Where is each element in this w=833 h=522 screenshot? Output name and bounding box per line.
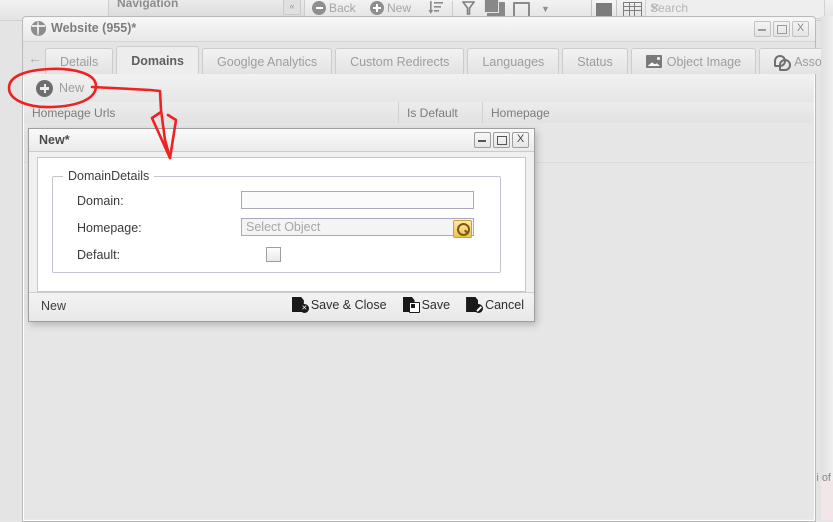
grid-toolbar: New xyxy=(24,74,814,103)
column-header-homepage[interactable]: Homepage xyxy=(482,102,814,123)
navigation-panel-title: Navigation xyxy=(117,0,179,10)
window-controls: X xyxy=(754,21,809,37)
minimize-icon[interactable] xyxy=(754,21,771,37)
cancel-button[interactable]: Cancel xyxy=(466,297,524,313)
close-icon-label: X xyxy=(516,133,525,145)
tab-object-image[interactable]: Object Image xyxy=(630,48,757,74)
dialog-status-label: New xyxy=(41,299,67,313)
cancel-icon xyxy=(466,297,484,313)
column-label: Homepage xyxy=(491,105,550,120)
window-titlebar[interactable]: Website (955)* X xyxy=(23,17,815,42)
tab-label: Object Image xyxy=(666,54,742,69)
dialog-action-buttons: ✕ Save & Close Save Cancel xyxy=(291,297,524,313)
tab-label: Custom Redirects xyxy=(350,54,450,69)
close-icon[interactable]: X xyxy=(512,132,529,148)
column-label: Is Default xyxy=(407,105,458,120)
dialog-controls: X xyxy=(474,132,529,148)
dialog-title: New* xyxy=(39,133,70,147)
maximize-icon[interactable] xyxy=(773,21,790,37)
homepage-placeholder: Select Object xyxy=(246,220,321,234)
right-edge-panel xyxy=(821,16,833,520)
chevron-down-icon[interactable]: ▼ xyxy=(541,4,550,14)
chevrons-left-icon[interactable]: « xyxy=(283,0,301,15)
dialog-body: DomainDetails Domain: Homepage: Select O… xyxy=(37,157,526,292)
default-label: Default: xyxy=(77,248,121,262)
toolbar-separator xyxy=(452,1,453,17)
default-checkbox[interactable] xyxy=(266,247,281,262)
tab-googlge-analytics[interactable]: Googlge Analytics xyxy=(202,48,333,74)
column-header-is-default[interactable]: Is Default xyxy=(398,102,482,123)
new-label: New xyxy=(387,1,412,15)
navigation-panel-header: Navigation « xyxy=(108,0,305,17)
globe-icon xyxy=(31,21,46,36)
tab-custom-redirects[interactable]: Custom Redirects xyxy=(335,48,465,74)
close-icon[interactable]: ✕ xyxy=(650,1,820,15)
window-title: Website (955)* xyxy=(51,21,137,35)
grid-column-headers: Homepage Urls Is Default Homepage xyxy=(24,102,814,124)
save-button[interactable]: Save xyxy=(402,297,451,313)
plus-circle-icon xyxy=(370,1,384,15)
save-and-close-icon: ✕ xyxy=(291,297,309,313)
link-icon xyxy=(774,55,792,71)
tab-strip: ← ➡ Details Domains Googlge Analytics Cu… xyxy=(23,42,833,74)
back-icon xyxy=(312,1,326,15)
close-icon-label: X xyxy=(796,22,805,34)
tab-label: Status xyxy=(577,54,613,69)
column-header-homepage-urls[interactable]: Homepage Urls xyxy=(24,102,398,123)
tab-status[interactable]: Status xyxy=(562,48,628,74)
plus-circle-icon xyxy=(36,79,53,97)
tab-details[interactable]: Details xyxy=(45,48,114,74)
domain-details-fieldset: DomainDetails Domain: Homepage: Select O… xyxy=(52,169,501,273)
tab-label: Domains xyxy=(131,53,185,68)
right-edge-highlight xyxy=(821,480,833,520)
tab-domains[interactable]: Domains xyxy=(116,46,200,74)
tab-label: Googlge Analytics xyxy=(217,54,318,69)
back-label: Back xyxy=(329,1,356,15)
fieldset-legend: DomainDetails xyxy=(63,169,155,183)
save-label: Save xyxy=(421,297,451,312)
minimize-icon[interactable] xyxy=(474,132,491,148)
tab-label: Languages xyxy=(482,54,545,69)
column-label: Homepage Urls xyxy=(32,105,116,120)
tab-list: Details Domains Googlge Analytics Custom… xyxy=(45,46,833,74)
tab-languages[interactable]: Languages xyxy=(467,48,560,74)
cancel-label: Cancel xyxy=(485,297,524,312)
homepage-input[interactable]: Select Object xyxy=(241,218,474,238)
maximize-icon[interactable] xyxy=(493,132,510,148)
sort-icon[interactable] xyxy=(428,1,444,16)
sort-icon-glyph xyxy=(428,1,443,14)
arrow-left-icon[interactable]: ← xyxy=(27,48,43,68)
save-and-close-button[interactable]: ✕ Save & Close xyxy=(291,297,387,313)
save-icon xyxy=(402,297,420,313)
dialog-titlebar[interactable]: New* X xyxy=(29,129,534,152)
filter-icon-glyph xyxy=(461,1,476,15)
grid-new-button[interactable]: New xyxy=(32,78,88,98)
object-picker-icon[interactable] xyxy=(453,220,472,238)
tab-label: Details xyxy=(60,54,99,69)
save-and-close-label: Save & Close xyxy=(310,297,387,312)
new-domain-dialog: New* X DomainDetails Domain: Homepage: S… xyxy=(28,128,535,322)
status-count-partial: i of xyxy=(816,472,831,484)
grid-new-label: New xyxy=(59,81,85,95)
dialog-footer: New ✕ Save & Close Save Cancel xyxy=(29,292,534,321)
screen: Navigation « Back New ▼ Search ✕ Website… xyxy=(0,0,833,522)
domain-label: Domain: xyxy=(77,194,124,208)
homepage-label: Homepage: xyxy=(77,221,142,235)
close-icon[interactable]: X xyxy=(792,21,809,37)
domain-input[interactable] xyxy=(241,191,474,209)
image-icon xyxy=(645,55,662,68)
